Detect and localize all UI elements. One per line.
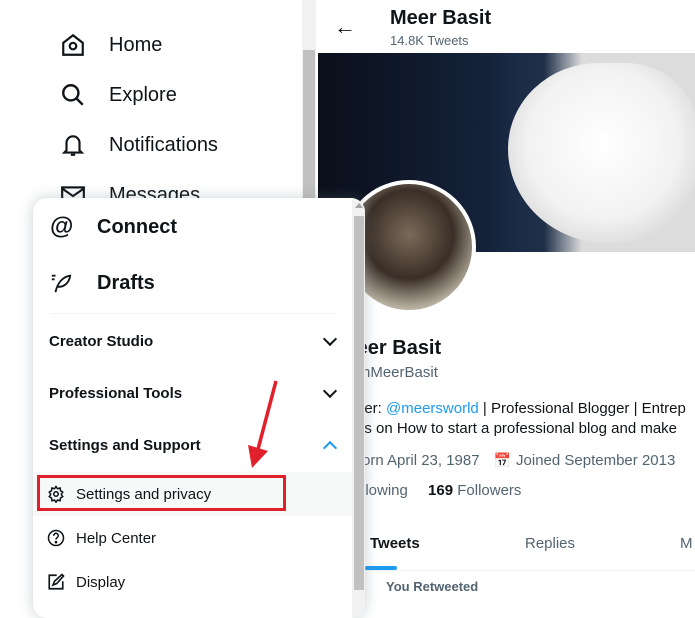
bio-text: | Professional Blogger | Entrep [478, 400, 686, 417]
calendar-icon: 📅 [493, 452, 512, 468]
chevron-down-icon [322, 383, 338, 399]
search-icon [62, 84, 84, 106]
profile-meta: orn April 23, 1987 📅 Joined September 20… [362, 452, 675, 469]
menu-item-help-center[interactable]: Help Center [33, 516, 353, 560]
menu-item-label: Display [76, 573, 126, 591]
followers-label[interactable]: Followers [453, 482, 521, 499]
bio-line-2: es on How to start a professional blog a… [356, 420, 678, 437]
menu-scrollbar-thumb[interactable] [354, 216, 364, 590]
join-date: Joined September 2013 [516, 452, 676, 469]
profile-handle: nMeerBasit [362, 364, 438, 381]
sidebar-item-label: Home [109, 33, 163, 56]
menu-section-settings-support[interactable]: Settings and Support [33, 432, 353, 458]
menu-item-drafts[interactable]: Drafts [33, 268, 353, 298]
annotation-arrow-icon [248, 380, 278, 468]
back-arrow-icon[interactable]: ← [334, 14, 356, 40]
sidebar-item-label: Explore [109, 83, 177, 106]
sidebar-item-home[interactable]: Home [60, 32, 162, 58]
quill-icon [51, 274, 72, 293]
menu-section-professional-tools[interactable]: Professional Tools [33, 380, 353, 406]
section-label: Professional Tools [49, 384, 183, 402]
sidebar-item-explore[interactable]: Explore [60, 82, 177, 108]
follow-stats: llowing 169 Followers [362, 482, 521, 499]
home-icon [62, 33, 84, 56]
profile-main: ← Meer Basit 14.8K Tweets Meer Basit nMe… [318, 0, 695, 597]
tab-media[interactable]: M [680, 535, 693, 552]
menu-divider [50, 313, 335, 314]
cat-image [508, 63, 695, 243]
help-icon [47, 529, 65, 547]
retweet-label: You Retweeted [386, 579, 479, 594]
menu-item-label: Drafts [97, 271, 155, 294]
bell-icon [61, 135, 85, 156]
bio-link[interactable]: @meersworld [386, 400, 479, 417]
sidebar-item-notifications[interactable]: Notifications [60, 132, 218, 158]
at-icon: @ [50, 213, 74, 240]
header-name: Meer Basit [390, 7, 492, 29]
scroll-up-arrow-icon[interactable] [355, 203, 363, 208]
more-menu-popup: @ Connect Drafts Creator Studio Professi… [33, 198, 365, 618]
menu-item-connect[interactable]: @ Connect [33, 212, 353, 242]
tabs-divider [318, 570, 695, 571]
chevron-up-icon [322, 440, 338, 456]
sidebar-item-label: Notifications [109, 133, 218, 156]
birth-date: orn April 23, 1987 [362, 452, 480, 469]
following-link[interactable]: llowing [362, 482, 408, 499]
chevron-down-icon [322, 331, 338, 347]
profile-bio: der: @meersworld | Professional Blogger … [356, 400, 686, 417]
section-label: Settings and Support [49, 436, 201, 454]
menu-section-creator-studio[interactable]: Creator Studio [33, 328, 353, 354]
section-label: Creator Studio [49, 332, 154, 350]
menu-item-label: Help Center [76, 529, 157, 547]
menu-item-label: Connect [97, 215, 177, 238]
tab-replies[interactable]: Replies [525, 535, 575, 552]
display-edit-icon [48, 573, 65, 590]
tab-tweets[interactable]: Tweets [370, 535, 420, 552]
menu-item-display[interactable]: Display [33, 560, 353, 604]
tweet-count: 14.8K Tweets [390, 33, 469, 48]
followers-count[interactable]: 169 [428, 482, 453, 499]
highlight-box [37, 475, 286, 511]
